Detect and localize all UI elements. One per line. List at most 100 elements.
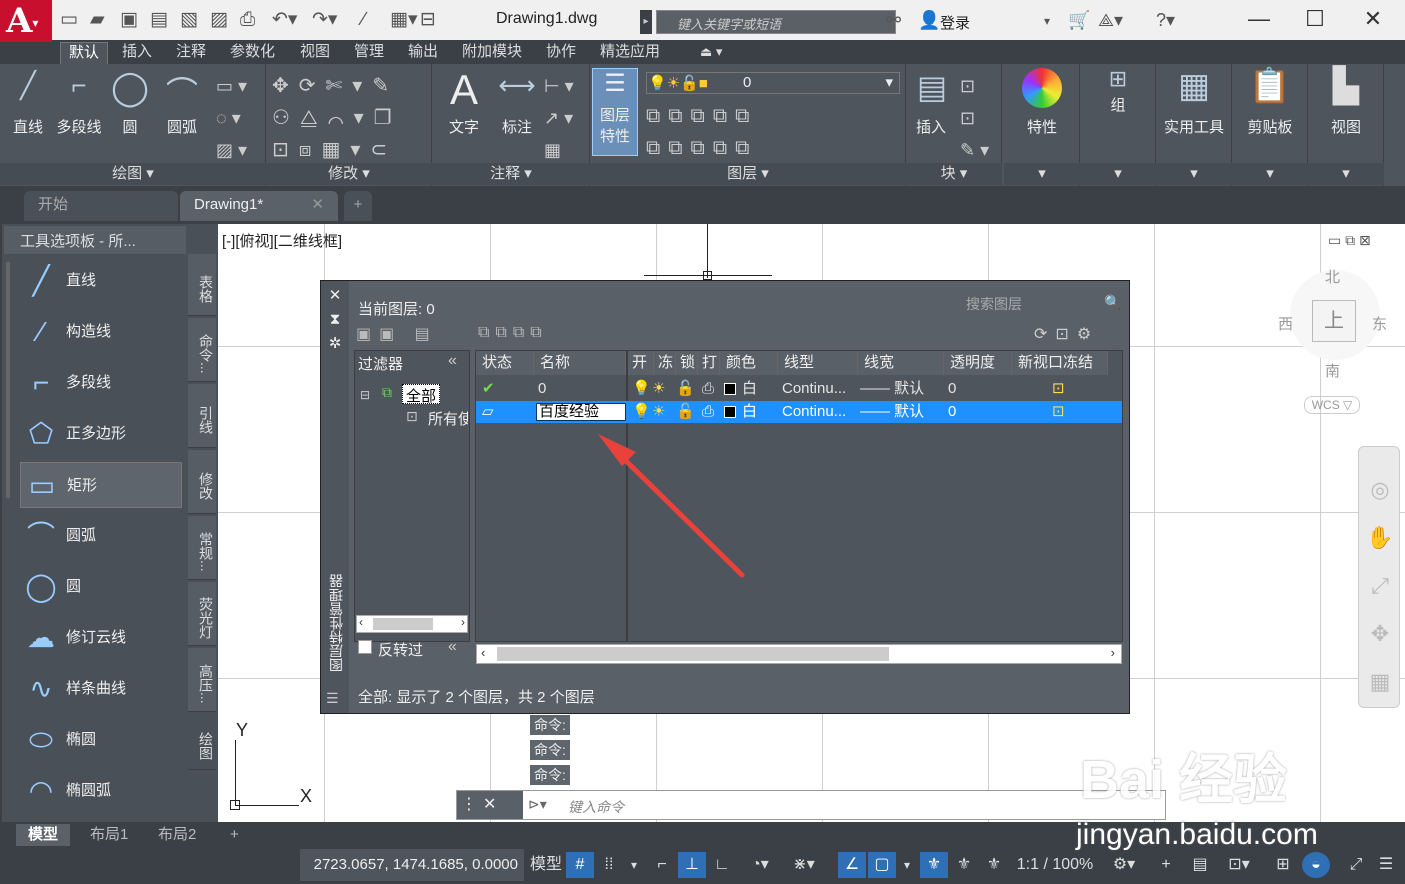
view-label[interactable]: 视图 — [1308, 116, 1384, 137]
units-icon[interactable]: ▤ — [1186, 852, 1214, 878]
new-layout-button[interactable]: + — [218, 824, 251, 846]
tab-close-icon[interactable]: ✕ — [311, 191, 324, 219]
print-icon[interactable]: ⎙ — [240, 8, 255, 32]
tab-insert[interactable]: 插入 — [114, 42, 160, 64]
arc-tool-icon[interactable]: ⌒ — [160, 68, 204, 114]
palette-vertical-tab[interactable]: 表格 — [188, 254, 216, 316]
group-label[interactable]: 组 — [1080, 94, 1156, 115]
column-header[interactable]: 线型 — [778, 351, 858, 375]
customization-menu-icon[interactable]: ☰ — [1372, 852, 1400, 878]
match-props-icon[interactable]: ∕ — [362, 8, 365, 32]
annotation-scale-icon[interactable]: ⚜ — [980, 852, 1008, 878]
tab-parametric[interactable]: 参数化 — [222, 42, 283, 64]
clipboard-icon[interactable]: 📋 — [1248, 66, 1292, 106]
palette-item[interactable]: ▭ 矩形 — [20, 462, 182, 508]
ortho-icon[interactable]: ∟ — [708, 852, 736, 878]
annotation-visibility-icon[interactable]: ⚜ — [920, 852, 948, 878]
polyline-tool-icon[interactable]: ⌐ — [56, 70, 102, 101]
new-file-icon[interactable]: ▭ — [60, 8, 78, 32]
infer-constraints-icon[interactable]: ⌐ — [648, 852, 676, 878]
palette-item[interactable]: ☁ 修订云线 — [20, 615, 182, 661]
draw-panel-title[interactable]: 绘图 ▾ — [0, 163, 266, 185]
quick-properties-icon[interactable]: ⊡▾ — [1218, 852, 1260, 878]
layer-toolbar[interactable]: ⧉⧉⧉⧉ — [478, 324, 548, 342]
wcs-menu[interactable]: WCS ▽ — [1304, 396, 1360, 414]
auto-scale-icon[interactable]: ⚜ — [950, 852, 978, 878]
save-as-icon[interactable]: ▤ — [150, 8, 168, 32]
column-header[interactable]: 颜色 — [720, 351, 778, 375]
circle-tool-icon[interactable]: ◯ — [108, 68, 152, 108]
palette-item[interactable]: ⁄ 构造线 — [20, 309, 182, 355]
column-header[interactable]: 锁 — [676, 351, 698, 375]
calculator-icon[interactable]: ▦ — [1172, 66, 1216, 106]
column-header[interactable]: 透明度 — [944, 351, 1012, 375]
model-space-button[interactable]: 模型 — [528, 852, 564, 878]
insert-block-label[interactable]: 插入 — [910, 116, 952, 137]
modify-panel-title[interactable]: 修改 ▾ — [266, 163, 432, 185]
block-panel-title[interactable]: 块 ▾ — [906, 163, 1002, 185]
fullscreen-icon[interactable]: ⤢ — [1342, 852, 1370, 878]
properties-expand[interactable]: ▾ — [1004, 163, 1080, 185]
help-icon[interactable]: ?▾ — [1156, 10, 1175, 31]
palette-scrollbar[interactable] — [6, 262, 10, 498]
tab-layout1[interactable]: 布局1 — [78, 824, 140, 846]
command-input[interactable]: 键入命令 — [568, 797, 624, 817]
tab-model[interactable]: 模型 — [16, 824, 71, 846]
cart-icon[interactable]: 🛒 — [1068, 10, 1090, 31]
viewport-controls[interactable]: [-][俯视][二维线框] — [222, 230, 342, 251]
collapse-filter-icon[interactable]: « — [448, 352, 457, 370]
grid-toggle-icon[interactable]: # — [566, 852, 594, 878]
expand-arrow-icon[interactable]: ▸ — [640, 10, 652, 34]
layer-row[interactable]: ✔ 0 💡 ☀ 🔓 ⎙ 白 Continu... —— 默认 0 ⊡ — [476, 378, 1122, 400]
column-header[interactable]: 状态 — [476, 351, 534, 375]
tab-drawing1[interactable]: Drawing1* ✕ — [180, 191, 338, 221]
tab-output[interactable]: 输出 — [400, 42, 446, 64]
tab-addins[interactable]: 附加模块 — [454, 42, 530, 64]
annotation-panel-title[interactable]: 注释 ▾ — [432, 163, 590, 185]
command-prompt-icon[interactable]: ⊳▾ — [528, 796, 547, 813]
palette-vertical-tab[interactable]: 命令... — [188, 318, 216, 382]
login-dropdown-icon[interactable]: ▾ — [1044, 14, 1050, 28]
block-small-tools[interactable]: ⊡ ⊡ ✎ ▾ — [960, 70, 989, 166]
layer-name-edit-input[interactable]: 百度经验 — [536, 403, 626, 421]
line-tool-label[interactable]: 直线 — [8, 116, 48, 137]
polar-tracking-icon[interactable]: ◔▾ — [740, 852, 780, 878]
tab-view[interactable]: 视图 — [292, 42, 338, 64]
coordinates-display[interactable]: 2723.0657, 1474.1685, 0.0000 — [300, 849, 524, 881]
palette-vertical-tab[interactable]: 荧光灯 — [188, 582, 216, 646]
palette-vertical-tab[interactable]: 绘图 — [188, 714, 216, 770]
line-tool-icon[interactable]: ╱ — [8, 70, 48, 101]
view-icon[interactable]: ▙ — [1324, 66, 1368, 106]
tab-default[interactable]: 默认 — [60, 42, 109, 64]
palette-item[interactable]: ◯ 圆 — [20, 564, 182, 610]
group-expand[interactable]: ▾ — [1080, 163, 1156, 185]
object-snap-icon[interactable]: ▢ — [868, 852, 896, 878]
annotation-scale-dropdown[interactable]: 1:1 / 100% ▾ — [1012, 852, 1098, 884]
ribbon-toggle-icon[interactable]: ⏏ ▾ — [700, 44, 722, 60]
properties-color-wheel-icon[interactable] — [1022, 68, 1062, 108]
navbar-tools[interactable]: ◎ ✋ ⤢ ✥ ▦ — [1366, 466, 1394, 706]
layer-hscrollbar[interactable]: ‹ › — [476, 644, 1122, 664]
arc-tool-label[interactable]: 圆弧 — [160, 116, 204, 137]
utilities-expand[interactable]: ▾ — [1156, 163, 1232, 185]
close-button[interactable]: ✕ — [1350, 6, 1396, 32]
tree-expand-icon[interactable]: ⊟ — [360, 388, 370, 402]
dimension-tool-icon[interactable]: ⟷ — [496, 70, 538, 101]
filter-used-item[interactable]: 所有使 — [428, 408, 468, 429]
viewport-window-controls[interactable]: ▭ ⧉ ⊠ — [1328, 232, 1371, 249]
filter-all-item[interactable]: 全部 — [402, 384, 441, 405]
clipboard-expand[interactable]: ▾ — [1232, 163, 1308, 185]
workspace-settings-icon[interactable]: ⚙▾ — [1104, 852, 1144, 878]
draw-small-tools[interactable]: ▭ ▾ ◌ ▾ ▨ ▾ — [216, 70, 247, 166]
collapse-filter-bottom-icon[interactable]: « — [448, 638, 457, 656]
new-tab-button[interactable]: + — [344, 191, 372, 221]
workspace-icon[interactable]: ▦▾ — [390, 8, 418, 32]
lock-ui-icon[interactable]: ⊞ — [1268, 852, 1298, 878]
column-header[interactable]: 线宽 — [858, 351, 944, 375]
tab-layout2[interactable]: 布局2 — [146, 824, 208, 846]
group-icon[interactable]: ⊞ — [1100, 66, 1136, 92]
tab-start[interactable]: 开始 — [24, 191, 178, 221]
column-header[interactable]: 打 — [698, 351, 720, 375]
refresh-settings-icons[interactable]: ⟳⊡⚙ — [1034, 324, 1099, 344]
palette-vertical-tab[interactable]: 引线 — [188, 384, 216, 448]
